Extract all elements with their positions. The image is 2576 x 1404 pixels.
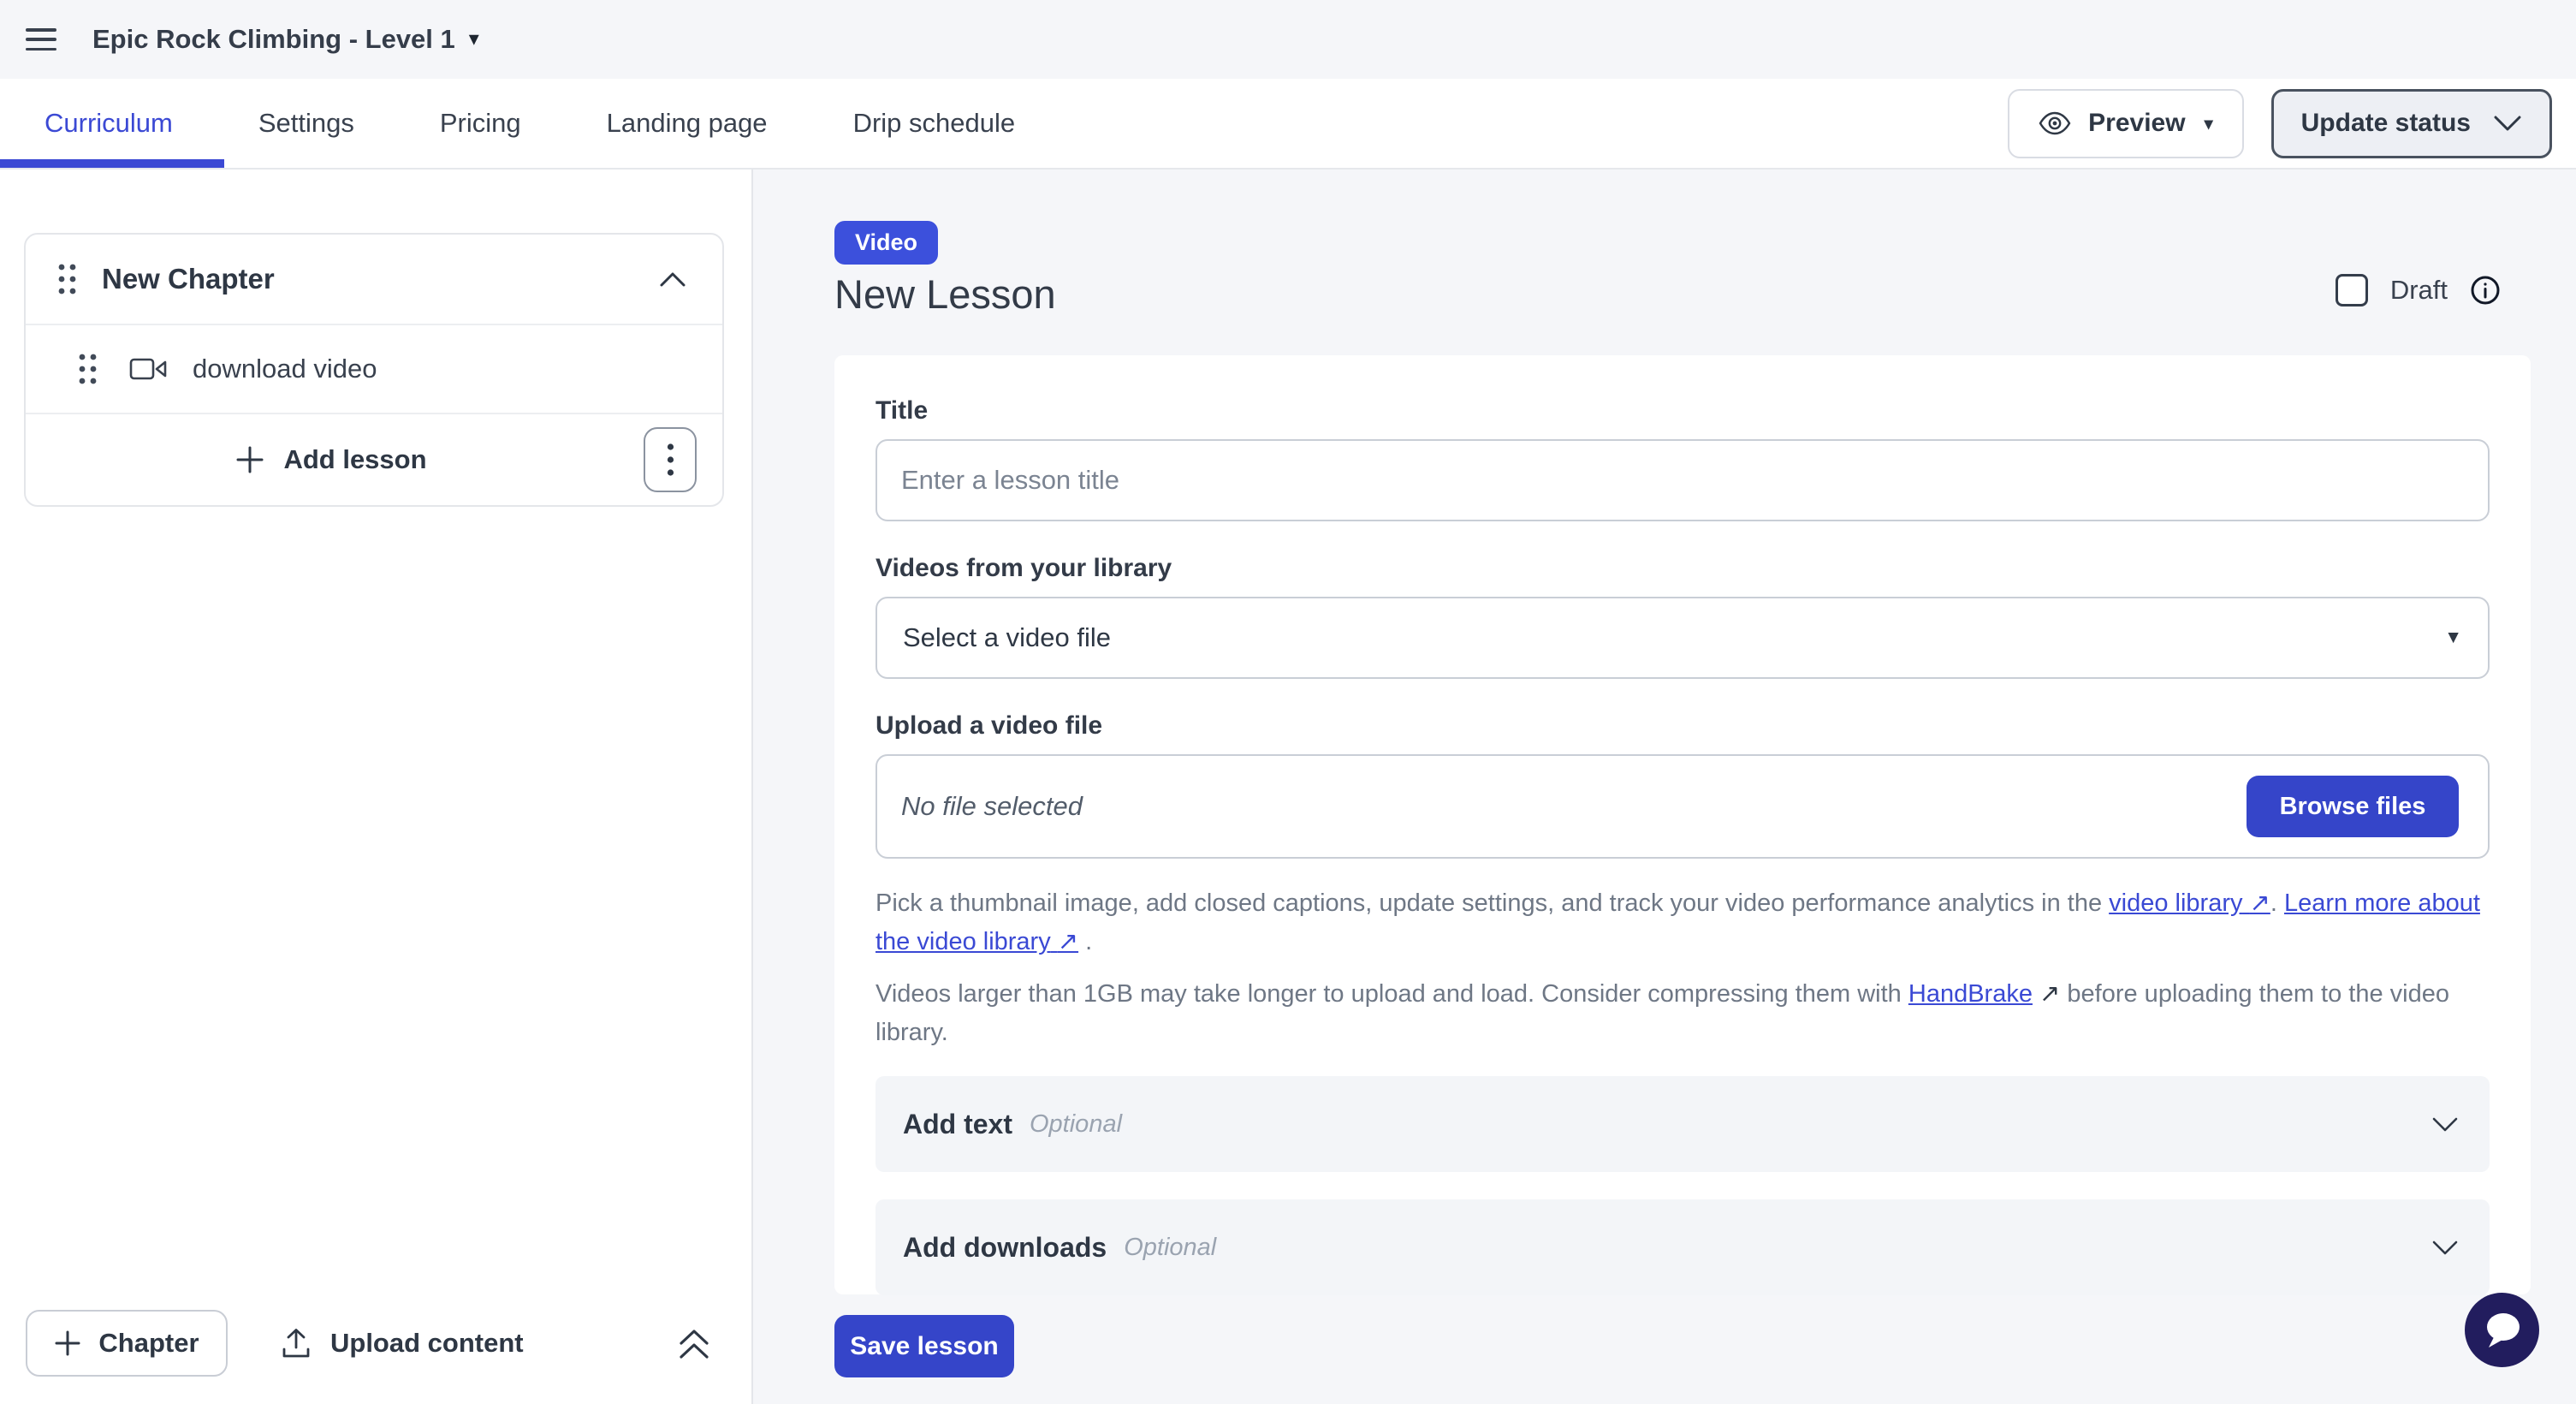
external-link-icon: ↗ (1058, 928, 1078, 955)
chevron-down-icon (2431, 1116, 2459, 1133)
chapter-card: New Chapter (24, 233, 724, 507)
draft-checkbox[interactable] (2336, 274, 2368, 306)
file-upload-box: No file selected Browse files (875, 754, 2490, 859)
chat-bubble-icon (2482, 1311, 2523, 1350)
help-text: . (2270, 889, 2284, 917)
add-downloads-accordion[interactable]: Add downloads Optional (875, 1199, 2490, 1295)
select-caret-icon: ▼ (2444, 628, 2462, 648)
draft-label: Draft (2390, 275, 2448, 306)
video-camera-icon (129, 356, 167, 382)
collapse-all-icon[interactable] (676, 1324, 712, 1362)
video-library-select[interactable]: Select a video file ▼ (875, 597, 2490, 679)
video-size-help-text: Videos larger than 1GB may take longer t… (875, 975, 2490, 1052)
add-chapter-label: Chapter (98, 1328, 199, 1359)
lesson-title: download video (193, 354, 377, 384)
course-builder-app: Epic Rock Climbing - Level 1 ▾ Curriculu… (0, 0, 2576, 1404)
lesson-form-card: Title Videos from your library Select a … (834, 355, 2531, 1294)
video-library-link-label: video library (2109, 889, 2242, 917)
chevron-down-icon (2493, 115, 2522, 132)
video-library-help-text: Pick a thumbnail image, add closed capti… (875, 884, 2490, 961)
chat-widget-button[interactable] (2465, 1293, 2539, 1367)
add-text-label: Add text (903, 1109, 1012, 1140)
tab-drip-schedule[interactable]: Drip schedule (853, 108, 1016, 139)
lesson-item[interactable]: download video (26, 324, 722, 413)
tab-list: Curriculum Settings Pricing Landing page… (0, 108, 1015, 139)
chevron-down-icon (2431, 1240, 2459, 1256)
lesson-heading: New Lesson (834, 271, 1056, 318)
save-lesson-button[interactable]: Save lesson (834, 1315, 1014, 1377)
menu-icon[interactable] (26, 28, 56, 51)
help-text: . (1078, 928, 1092, 955)
upload-content-label: Upload content (330, 1328, 524, 1359)
chapter-title: New Chapter (102, 263, 659, 295)
eye-icon (2039, 111, 2071, 135)
plus-icon (235, 445, 264, 474)
add-downloads-label: Add downloads (903, 1232, 1107, 1264)
video-library-link[interactable]: video library ↗ (2109, 889, 2270, 917)
chapter-card-footer: Add lesson (26, 413, 722, 505)
external-link-icon: ↗ (2250, 889, 2270, 917)
upload-field-label: Upload a video file (875, 711, 2490, 741)
tab-settings[interactable]: Settings (258, 108, 354, 139)
chevron-down-icon[interactable]: ▾ (469, 29, 479, 50)
tab-bar: Curriculum Settings Pricing Landing page… (0, 79, 2576, 170)
lesson-type-badge: Video (834, 221, 938, 265)
add-lesson-label: Add lesson (283, 444, 426, 475)
handbrake-link[interactable]: HandBrake (1908, 980, 2033, 1008)
help-text: Pick a thumbnail image, add closed capti… (875, 889, 2109, 917)
chevron-up-icon[interactable] (659, 271, 686, 288)
active-tab-underline (0, 159, 224, 168)
tab-landing-page[interactable]: Landing page (607, 108, 768, 139)
preview-label: Preview (2088, 109, 2185, 138)
tab-curriculum[interactable]: Curriculum (45, 108, 173, 139)
handbrake-link-label: HandBrake (1908, 980, 2033, 1008)
drag-handle-icon[interactable] (77, 351, 98, 387)
optional-label: Optional (1030, 1110, 1122, 1139)
select-value: Select a video file (903, 622, 1111, 653)
plus-icon (54, 1330, 81, 1357)
lesson-editor: Video New Lesson Draft Title Videos from… (755, 170, 2576, 1404)
info-icon[interactable] (2470, 275, 2501, 306)
chapter-header[interactable]: New Chapter (26, 235, 722, 324)
update-status-label: Update status (2301, 109, 2471, 138)
browse-files-button[interactable]: Browse files (2247, 776, 2459, 837)
add-lesson-button[interactable]: Add lesson (235, 444, 426, 475)
preview-button[interactable]: Preview ▾ (2008, 89, 2243, 158)
no-file-text: No file selected (901, 791, 1083, 822)
course-title[interactable]: Epic Rock Climbing - Level 1 (92, 24, 455, 55)
top-bar: Epic Rock Climbing - Level 1 ▾ (0, 0, 2576, 79)
chapter-options-button[interactable] (644, 427, 697, 492)
sidebar-footer: Chapter Upload content (0, 1282, 751, 1404)
external-link-icon: ↗ (2039, 980, 2060, 1008)
add-chapter-button[interactable]: Chapter (26, 1310, 228, 1377)
lesson-title-input[interactable] (875, 439, 2490, 521)
upload-icon (281, 1327, 312, 1359)
add-text-accordion[interactable]: Add text Optional (875, 1076, 2490, 1172)
draft-toggle-group: Draft (2336, 274, 2501, 306)
optional-label: Optional (1124, 1234, 1216, 1262)
kebab-icon (667, 443, 674, 477)
upload-content-button[interactable]: Upload content (281, 1327, 524, 1359)
title-field-label: Title (875, 396, 2490, 425)
help-text: Videos larger than 1GB may take longer t… (875, 980, 1908, 1008)
caret-down-icon: ▾ (2205, 113, 2213, 134)
update-status-button[interactable]: Update status (2271, 89, 2552, 158)
curriculum-sidebar: New Chapter (0, 170, 753, 1404)
drag-handle-icon[interactable] (56, 261, 78, 297)
library-field-label: Videos from your library (875, 554, 2490, 583)
header-actions: Preview ▾ Update status (2008, 89, 2576, 158)
tab-pricing[interactable]: Pricing (440, 108, 521, 139)
